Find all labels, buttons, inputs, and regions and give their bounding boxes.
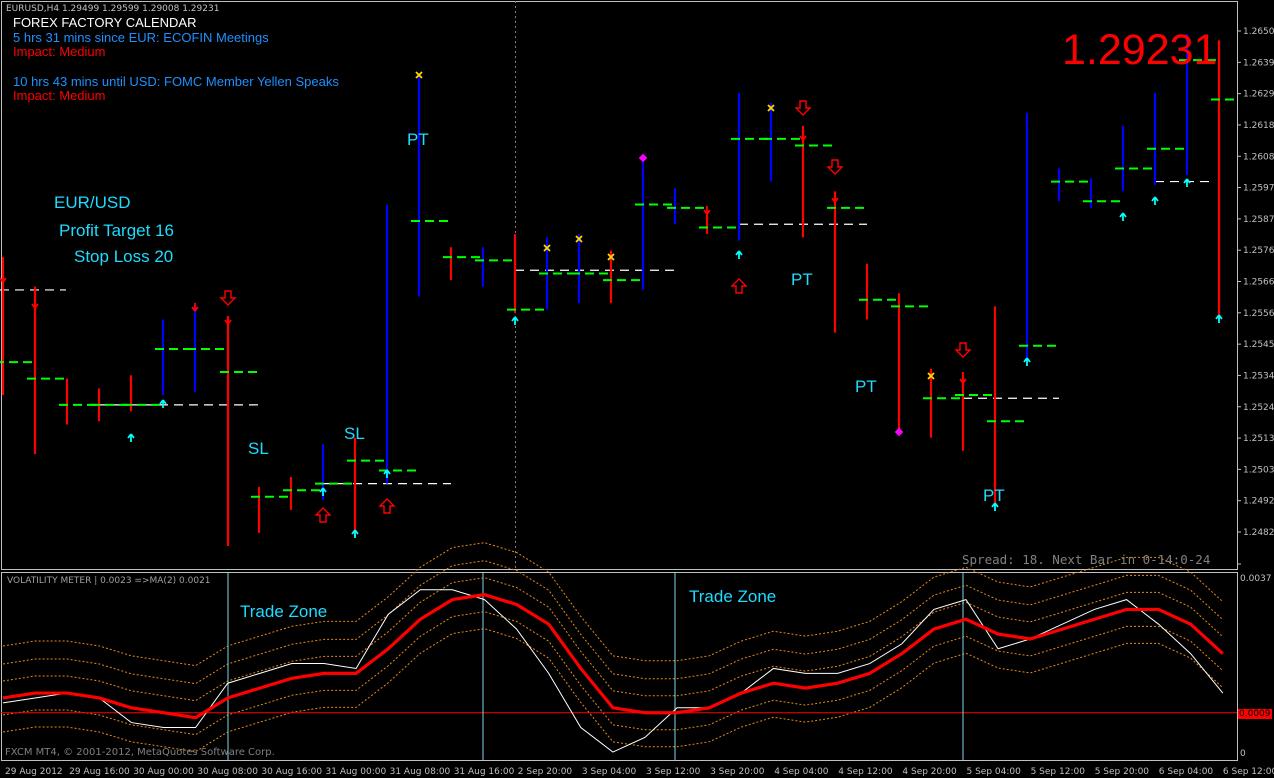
buy-arrow-icon (319, 487, 327, 496)
sell-arrow-icon (224, 316, 232, 325)
time-axis-label: 3 Sep 04:00 (582, 767, 637, 777)
big-up-arrow-icon (730, 278, 748, 294)
sell-arrow-icon (959, 375, 967, 384)
price-axis-label: 1.25660 (1243, 278, 1274, 288)
time-axis-label: 5 Sep 04:00 (967, 767, 1022, 777)
sl-label-2: SL (344, 424, 365, 443)
trade-zone-label-2: Trade Zone (689, 587, 777, 606)
time-axis-label: 4 Sep 20:00 (902, 767, 957, 777)
price-axis-label: 1.24820 (1243, 528, 1274, 538)
time-axis-label: 29 Aug 16:00 (69, 767, 130, 777)
impact-2: Impact: Medium (13, 88, 106, 103)
big-up-arrow-icon (378, 498, 396, 514)
time-axis-label: 29 Aug 2012 (5, 767, 63, 777)
sell-arrow-icon (0, 274, 7, 283)
buy-arrow-icon (735, 250, 743, 259)
buy-arrow-icon (1183, 178, 1191, 187)
mt4-chart-window[interactable]: 1.26500 1.26395 1.26290 1.26185 1.26080 1.259… (0, 0, 1274, 778)
calendar-title: FOREX FACTORY CALENDAR (13, 15, 197, 30)
big-down-arrow-icon (794, 100, 812, 116)
price-axis-label: 1.25975 (1243, 184, 1274, 194)
symbol-info: EURUSD,H4 1.29499 1.29599 1.29008 1.2923… (6, 4, 220, 14)
price-axis-label: 1.25240 (1243, 403, 1274, 413)
time-axis-label: 6 Sep 12:00 (1223, 767, 1274, 777)
buy-arrow-icon (511, 316, 519, 325)
pair-label: EUR/USD (54, 193, 131, 212)
time-axis-label: 6 Sep 04:00 (1159, 767, 1214, 777)
sell-arrow-icon (31, 300, 39, 309)
pt-label-1: PT (407, 130, 429, 149)
pt-label-2: PT (791, 270, 813, 289)
time-axis-label: 3 Sep 20:00 (710, 767, 765, 777)
time-axis-label: 3 Sep 12:00 (646, 767, 701, 777)
sl-label-1: SL (248, 439, 269, 458)
profit-target-label: Profit Target 16 (59, 221, 174, 240)
spread-info: Spread: 18. Next Bar in 0-14:0-24 (962, 552, 1211, 567)
copyright: FXCM MT4, © 2001-2012, MetaQuotes Softwa… (5, 747, 275, 758)
price-axis-label: 1.26500 (1243, 27, 1274, 37)
indicator-panel-frame (1, 572, 1238, 761)
big-down-arrow-icon (954, 342, 972, 358)
current-price-big: 1.29231 (1062, 26, 1218, 74)
price-axis-label: 1.25345 (1243, 371, 1274, 381)
price-axis-label: 1.24925 (1243, 497, 1274, 507)
time-axis-label: 4 Sep 04:00 (774, 767, 829, 777)
trade-zone-label-1: Trade Zone (240, 602, 328, 621)
sell-arrow-icon (703, 206, 711, 215)
time-axis-label: 31 Aug 08:00 (390, 767, 451, 777)
time-axis-label: 30 Aug 00:00 (133, 767, 194, 777)
volatility-line (2, 589, 1224, 753)
indicator-title: VOLATILITY METER | 0.0023 =>MA(2) 0.0021 (7, 576, 211, 586)
indicator-scale-top: 0.0037 (1240, 574, 1272, 584)
event-2: 10 hrs 43 mins until USD: FOMC Member Ye… (13, 74, 339, 89)
sell-arrow-icon (799, 132, 807, 141)
buy-arrow-icon (1151, 196, 1159, 205)
price-axis-label: 1.25765 (1243, 246, 1274, 256)
time-axis-label: 4 Sep 12:00 (838, 767, 893, 777)
buy-arrow-icon (1215, 314, 1223, 323)
price-axis-label: 1.25455 (1243, 340, 1274, 350)
price-axis-label: 1.25030 (1243, 465, 1274, 475)
big-up-arrow-icon (314, 507, 332, 523)
time-axis-label: 31 Aug 16:00 (454, 767, 515, 777)
buy-arrow-icon (127, 433, 135, 442)
price-axis-label: 1.26290 (1243, 90, 1274, 100)
diamond-marker-icon (894, 427, 904, 437)
price-chart-canvas[interactable]: 1.26500 1.26395 1.26290 1.26185 1.26080 1.259… (0, 0, 1274, 778)
time-axis-label: 5 Sep 12:00 (1031, 767, 1086, 777)
buy-arrow-icon (1119, 212, 1127, 221)
time-axis-label: 5 Sep 20:00 (1095, 767, 1150, 777)
sell-arrow-icon (831, 194, 839, 203)
big-down-arrow-icon (219, 290, 237, 306)
time-axis-label: 2 Sep 20:00 (518, 767, 573, 777)
event-1: 5 hrs 31 mins since EUR: ECOFIN Meetings (13, 30, 269, 45)
price-axis-label: 1.26395 (1243, 58, 1274, 68)
price-axis-label: 1.26080 (1243, 152, 1274, 162)
price-axis-label: 1.25870 (1243, 215, 1274, 225)
time-axis-label: 30 Aug 08:00 (197, 767, 258, 777)
indicator-level-badge: 0.0009 (1238, 709, 1272, 719)
buy-arrow-icon (351, 529, 359, 538)
big-down-arrow-icon (826, 159, 844, 175)
pt-label-3: PT (855, 377, 877, 396)
diamond-marker-icon (638, 153, 648, 163)
price-axis-label: 1.25560 (1243, 309, 1274, 319)
indicator-scale-bottom: 0 (1240, 749, 1246, 759)
buy-arrow-icon (1023, 357, 1031, 366)
buy-arrow-icon (159, 399, 167, 408)
time-axis-label: 31 Aug 00:00 (326, 767, 387, 777)
pt-label-4: PT (983, 486, 1005, 505)
sell-arrow-icon (191, 303, 199, 312)
time-axis-label: 30 Aug 16:00 (261, 767, 322, 777)
price-axis-label: 1.26185 (1243, 121, 1274, 131)
stop-loss-label: Stop Loss 20 (74, 247, 174, 266)
impact-1: Impact: Medium (13, 44, 106, 59)
price-axis-label: 1.25135 (1243, 434, 1274, 444)
